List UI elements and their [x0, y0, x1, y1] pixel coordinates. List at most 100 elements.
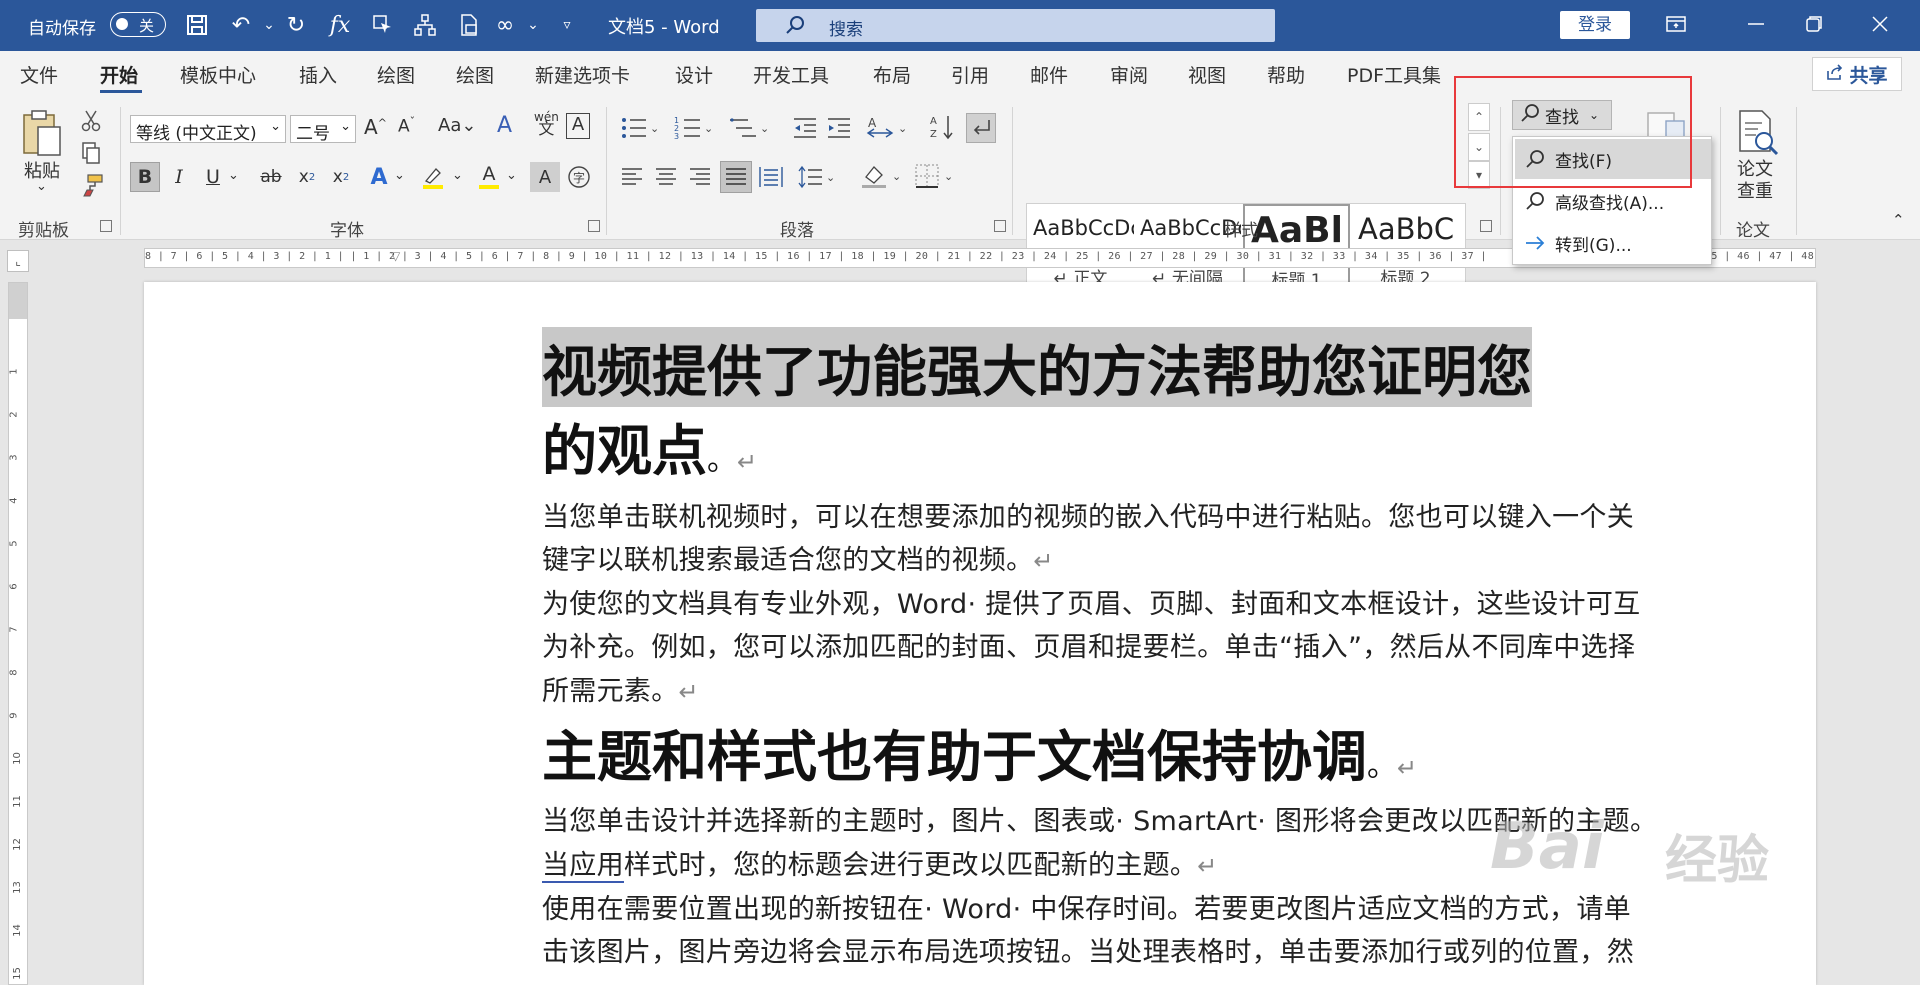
indent-marker-icon[interactable]: ▽: [391, 249, 400, 263]
line-spacing-icon[interactable]: ⌄: [798, 165, 838, 194]
align-left-icon[interactable]: [620, 165, 644, 194]
paper-check-label-2[interactable]: 查重: [1737, 177, 1773, 203]
menu-item-advanced-find[interactable]: 高级查找(A)...: [1515, 181, 1711, 221]
shrink-font-icon[interactable]: Aˇ: [398, 115, 415, 137]
undo-dropdown-icon[interactable]: ⌄: [254, 10, 284, 40]
underline-button[interactable]: U: [198, 162, 228, 192]
strikethrough-button[interactable]: ab: [256, 162, 286, 192]
restore-icon[interactable]: [1802, 12, 1828, 38]
decrease-indent-icon[interactable]: [792, 115, 818, 146]
superscript-button[interactable]: x2: [326, 162, 356, 192]
search-box[interactable]: 搜索: [756, 9, 1275, 42]
cut-icon[interactable]: [80, 109, 102, 138]
shading-icon[interactable]: ⌄: [860, 163, 904, 194]
align-center-icon[interactable]: [654, 165, 678, 194]
collapse-ribbon-icon[interactable]: ⌃: [1892, 211, 1905, 229]
clear-formatting-icon[interactable]: A: [497, 113, 512, 138]
highlight-dropdown-icon[interactable]: ⌄: [452, 168, 463, 183]
justify-icon[interactable]: [720, 161, 752, 193]
text-effects-icon[interactable]: A: [364, 162, 394, 192]
autosave-toggle[interactable]: 关: [110, 12, 166, 37]
share-button[interactable]: 共享: [1812, 57, 1902, 91]
tab-view[interactable]: 视图: [1188, 61, 1226, 88]
tab-developer[interactable]: 开发工具: [753, 61, 829, 88]
paste-icon[interactable]: [20, 107, 64, 162]
copy-icon[interactable]: [80, 141, 102, 170]
tab-pdf-tools[interactable]: PDF工具集: [1347, 61, 1441, 88]
character-border-icon[interactable]: A: [566, 113, 590, 139]
gallery-more-icon[interactable]: ▾: [1468, 161, 1490, 189]
close-icon[interactable]: [1868, 12, 1894, 38]
tab-draw-2[interactable]: 绘图: [456, 61, 494, 88]
paper-check-icon[interactable]: [1734, 107, 1780, 162]
paragraph-launcher-icon[interactable]: [994, 220, 1006, 232]
login-button[interactable]: 登录: [1560, 11, 1630, 39]
customize-qat-icon[interactable]: ▿: [552, 10, 582, 40]
italic-button[interactable]: I: [164, 162, 194, 192]
show-formatting-marks-icon[interactable]: [966, 113, 996, 143]
format-painter-icon[interactable]: [80, 173, 104, 202]
menu-item-goto[interactable]: 转到(G)...: [1515, 223, 1711, 263]
phonetic-guide-icon[interactable]: wén 文: [534, 111, 559, 137]
bold-button[interactable]: B: [130, 162, 160, 192]
redo-icon[interactable]: ↻: [281, 10, 311, 40]
formula-icon[interactable]: fx: [325, 10, 355, 40]
tab-template-center[interactable]: 模板中心: [180, 61, 256, 88]
hierarchy-icon[interactable]: [410, 10, 440, 40]
document-icon[interactable]: [454, 10, 484, 40]
style-heading-2[interactable]: AaBbC 标题 2: [1352, 204, 1459, 290]
tab-insert[interactable]: 插入: [299, 61, 337, 88]
distributed-icon[interactable]: [758, 165, 784, 194]
clipboard-launcher-icon[interactable]: [100, 220, 112, 232]
tab-review[interactable]: 审阅: [1110, 61, 1148, 88]
highlight-icon[interactable]: [418, 162, 448, 192]
save-icon[interactable]: [182, 10, 212, 40]
tab-design[interactable]: 设计: [675, 61, 713, 88]
text-direction-icon[interactable]: A ⌄: [866, 115, 910, 146]
link-dropdown-icon[interactable]: ⌄: [518, 10, 548, 40]
change-case-icon[interactable]: Aa⌄: [438, 115, 476, 136]
bullets-icon[interactable]: ⌄: [620, 115, 660, 146]
find-button[interactable]: 查找 ⌄: [1512, 100, 1612, 130]
enclose-characters-icon[interactable]: 字: [564, 162, 594, 192]
paste-dropdown-icon[interactable]: ⌄: [36, 179, 47, 194]
underline-dropdown-icon[interactable]: ⌄: [228, 168, 239, 183]
style-heading-1[interactable]: AaBl 标题 1: [1243, 204, 1350, 291]
minimize-icon[interactable]: [1744, 12, 1770, 38]
tab-mailings[interactable]: 邮件: [1030, 61, 1068, 88]
increase-indent-icon[interactable]: [826, 115, 852, 146]
styles-launcher-icon[interactable]: [1480, 220, 1492, 232]
subscript-button[interactable]: x2: [292, 162, 322, 192]
numbering-icon[interactable]: 1 2 3 ⌄: [674, 115, 714, 146]
font-size-combo[interactable]: 二号 ⌄: [290, 115, 356, 144]
tab-selector[interactable]: ⌞: [7, 250, 29, 272]
font-launcher-icon[interactable]: [588, 220, 600, 232]
font-name-combo[interactable]: 等线 (中文正文) ⌄: [130, 115, 286, 144]
font-color-dropdown-icon[interactable]: ⌄: [506, 168, 517, 183]
link-icon[interactable]: ∞: [490, 10, 520, 40]
character-shading-icon[interactable]: A: [530, 162, 560, 192]
style-normal[interactable]: AaBbCcDc ↵ 正文: [1027, 204, 1134, 290]
tab-draw[interactable]: 绘图: [377, 61, 415, 88]
tab-home[interactable]: 开始: [100, 61, 138, 88]
tab-references[interactable]: 引用: [951, 61, 989, 88]
tab-file[interactable]: 文件: [20, 61, 58, 88]
grammar-squiggle-text[interactable]: 当应用: [542, 850, 624, 883]
grow-font-icon[interactable]: A^: [364, 115, 387, 139]
gallery-down-icon[interactable]: ⌄: [1468, 133, 1490, 161]
borders-icon[interactable]: ⌄: [914, 163, 958, 194]
tab-layout[interactable]: 布局: [873, 61, 911, 88]
tab-new-tab[interactable]: 新建选项卡: [535, 61, 630, 88]
ribbon-display-icon[interactable]: [1664, 12, 1690, 38]
multilevel-list-icon[interactable]: ⌄: [728, 115, 772, 146]
tab-help[interactable]: 帮助: [1267, 61, 1305, 88]
gallery-up-icon[interactable]: ⌃: [1468, 103, 1490, 131]
font-color-icon[interactable]: A: [474, 162, 504, 192]
menu-item-find[interactable]: 查找(F): [1515, 139, 1711, 179]
select-cursor-icon[interactable]: [368, 10, 398, 40]
sort-icon[interactable]: AZ: [930, 113, 958, 146]
vertical-ruler[interactable]: 1 2 3 4 5 6 7 8 9 10 11 12 13 14 15: [8, 282, 28, 985]
text-effects-dropdown-icon[interactable]: ⌄: [394, 168, 405, 183]
align-right-icon[interactable]: [688, 165, 712, 194]
undo-icon[interactable]: ↶: [226, 10, 256, 40]
